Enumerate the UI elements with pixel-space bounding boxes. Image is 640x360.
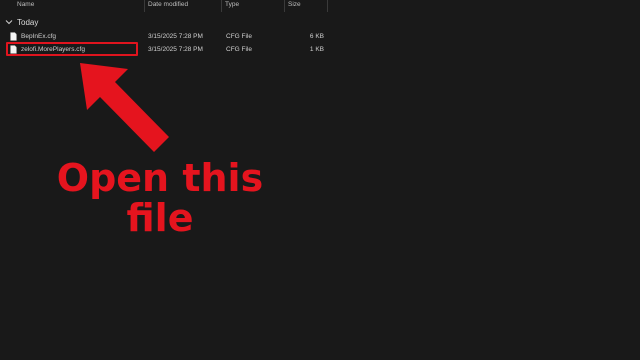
callout-text: Open this file xyxy=(40,158,280,238)
arrow-icon xyxy=(80,63,169,152)
file-row-bepinex[interactable]: BepInEx.cfg 3/15/2025 7:28 PM CFG File 6… xyxy=(0,31,330,42)
column-header-bar: Name Date modified Type Size xyxy=(0,0,640,12)
file-name: BepInEx.cfg xyxy=(21,33,57,40)
group-label: Today xyxy=(17,17,39,27)
column-header-type[interactable]: Type xyxy=(222,0,284,12)
file-type: CFG File xyxy=(226,33,252,40)
file-icon xyxy=(10,32,17,41)
highlight-box xyxy=(6,42,138,56)
file-type: CFG File xyxy=(226,46,252,53)
file-size: 6 KB xyxy=(309,33,324,40)
file-size: 1 KB xyxy=(309,46,324,53)
column-header-date-modified[interactable]: Date modified xyxy=(145,0,221,12)
column-header-name[interactable]: Name xyxy=(14,0,144,12)
column-divider[interactable] xyxy=(327,0,328,12)
group-header-today[interactable]: Today xyxy=(4,16,38,28)
file-date-modified: 3/15/2025 7:28 PM xyxy=(148,33,203,40)
callout-line-1: Open this xyxy=(56,156,264,200)
chevron-down-icon[interactable] xyxy=(4,17,14,27)
file-date-modified: 3/15/2025 7:28 PM xyxy=(148,46,203,53)
callout-line-2: file xyxy=(126,196,194,240)
column-header-size[interactable]: Size xyxy=(285,0,327,12)
